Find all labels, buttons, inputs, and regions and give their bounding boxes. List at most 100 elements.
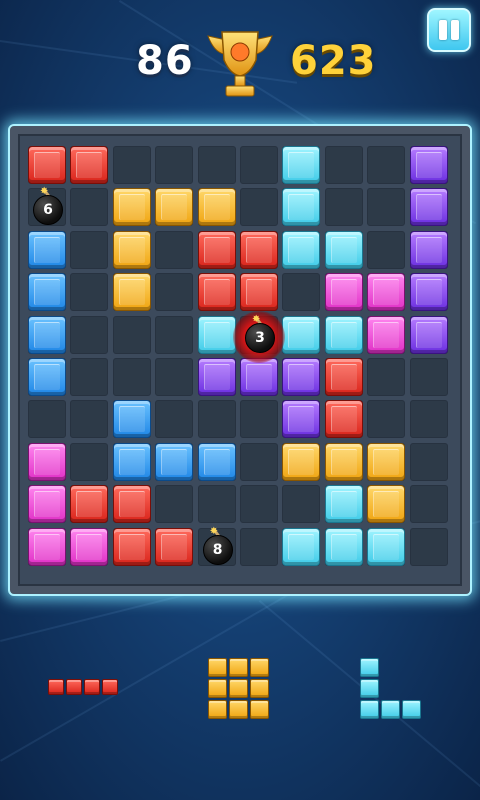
board-cell[interactable] xyxy=(324,188,363,227)
cyan-block xyxy=(282,188,321,227)
board-cell[interactable] xyxy=(409,527,448,566)
board-cell[interactable] xyxy=(367,400,406,439)
board-cell[interactable] xyxy=(409,358,448,396)
pink-block xyxy=(70,527,109,566)
blue-block xyxy=(155,442,194,481)
yellow-block xyxy=(282,442,321,481)
board-cell[interactable] xyxy=(197,400,236,439)
board-cell[interactable] xyxy=(409,400,448,439)
pink-block xyxy=(367,273,406,312)
pink-block xyxy=(28,442,66,481)
board-cell[interactable] xyxy=(155,230,194,269)
red-block xyxy=(324,400,363,439)
pink-block xyxy=(324,273,363,312)
purple-block xyxy=(409,230,448,269)
board-cell[interactable] xyxy=(197,146,236,184)
board-cell[interactable] xyxy=(155,146,194,184)
bomb-counter: 8 xyxy=(202,534,233,565)
purple-block xyxy=(409,188,448,227)
yellow-block xyxy=(112,273,151,312)
pause-button[interactable] xyxy=(427,8,471,52)
blue-block xyxy=(28,273,66,312)
cyan-block xyxy=(282,230,321,269)
purple-block xyxy=(282,358,321,396)
board-cell[interactable] xyxy=(197,485,236,524)
board-cell[interactable] xyxy=(409,442,448,481)
cyan-block xyxy=(324,230,363,269)
yellow-mini-block xyxy=(208,700,227,719)
purple-block xyxy=(409,273,448,312)
trophy-icon xyxy=(207,31,273,97)
blue-block xyxy=(197,442,236,481)
pause-icon xyxy=(439,20,447,40)
board-cell[interactable] xyxy=(70,273,109,312)
cyan-block xyxy=(197,315,236,354)
board-cell[interactable] xyxy=(28,400,66,439)
board-cell[interactable] xyxy=(240,146,278,184)
board-cell[interactable] xyxy=(155,315,194,354)
pink-block xyxy=(367,315,406,354)
board-cell[interactable] xyxy=(409,485,448,524)
purple-block xyxy=(240,358,278,396)
board-cell[interactable] xyxy=(240,527,278,566)
red-block xyxy=(240,273,278,312)
board-cell[interactable] xyxy=(324,146,363,184)
blue-block xyxy=(28,315,66,354)
red-block xyxy=(112,527,151,566)
board-cell[interactable] xyxy=(70,442,109,481)
red-mini-block xyxy=(102,679,118,695)
cyan-block xyxy=(324,315,363,354)
blue-block xyxy=(112,442,151,481)
board-cell[interactable] xyxy=(367,188,406,227)
cyan-block xyxy=(282,527,321,566)
board-cell[interactable] xyxy=(70,230,109,269)
cyan-block xyxy=(324,485,363,524)
red-block xyxy=(28,146,66,184)
bomb-icon: ✸ 6 xyxy=(29,186,65,226)
red-block xyxy=(240,230,278,269)
board-cell[interactable] xyxy=(112,358,151,396)
pink-block xyxy=(28,485,66,524)
board-cell[interactable] xyxy=(112,146,151,184)
red-block xyxy=(324,358,363,396)
cyan-block xyxy=(282,146,321,184)
board-cell[interactable] xyxy=(155,400,194,439)
yellow-mini-block xyxy=(250,700,269,719)
board-cell[interactable] xyxy=(240,442,278,481)
cyan-mini-block xyxy=(360,679,379,698)
red-block xyxy=(70,146,109,184)
yellow-block xyxy=(324,442,363,481)
yellow-mini-block xyxy=(208,658,227,677)
board-cell[interactable] xyxy=(282,273,321,312)
yellow-block xyxy=(112,188,151,227)
red-block xyxy=(155,527,194,566)
red-block xyxy=(197,230,236,269)
board-cell[interactable] xyxy=(240,485,278,524)
cyan-mini-block xyxy=(360,700,379,719)
blue-block xyxy=(28,358,66,396)
yellow-mini-block xyxy=(250,658,269,677)
board-cell[interactable] xyxy=(70,358,109,396)
purple-block xyxy=(197,358,236,396)
board-cell[interactable] xyxy=(367,358,406,396)
yellow-block xyxy=(197,188,236,227)
board-cell[interactable] xyxy=(240,188,278,227)
board-cell[interactable] xyxy=(367,230,406,269)
board-cell[interactable] xyxy=(282,485,321,524)
current-score: 86 xyxy=(136,38,194,84)
board-cell[interactable] xyxy=(155,358,194,396)
red-block xyxy=(112,485,151,524)
board-cell[interactable] xyxy=(70,315,109,354)
board-cell[interactable] xyxy=(155,273,194,312)
board-cell[interactable] xyxy=(70,188,109,227)
board-cell[interactable] xyxy=(367,146,406,184)
board-cell[interactable] xyxy=(155,485,194,524)
board-cell[interactable] xyxy=(70,400,109,439)
cyan-mini-block xyxy=(381,700,400,719)
game-board[interactable]: ✸ 6 ✸ 3 ✸ 8 xyxy=(28,146,452,570)
board-cell[interactable] xyxy=(240,400,278,439)
cyan-mini-block xyxy=(402,700,421,719)
bomb-counter: 3 xyxy=(245,322,275,353)
board-cell[interactable] xyxy=(112,315,151,354)
pink-block xyxy=(28,527,66,566)
